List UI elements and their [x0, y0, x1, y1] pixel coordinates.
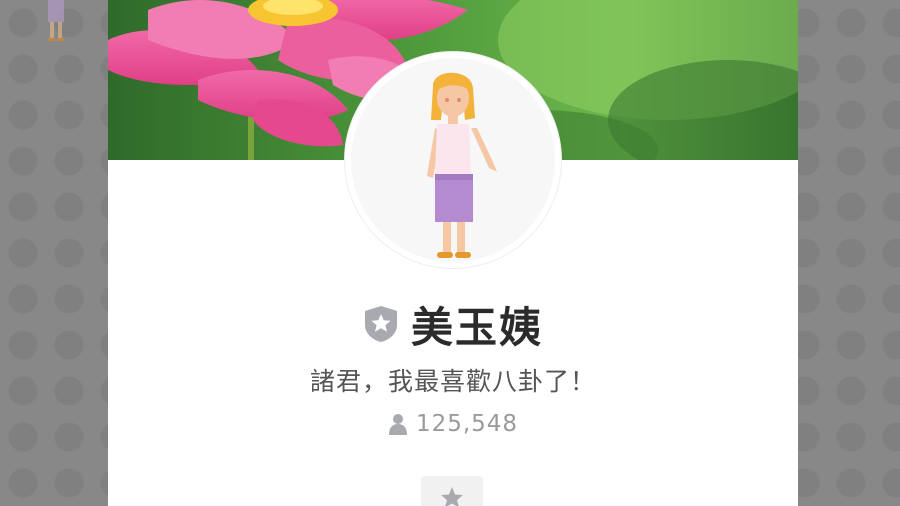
background-avatar: [38, 0, 74, 44]
official-badge-icon: [364, 306, 397, 342]
follower-count: 125,548: [415, 411, 519, 437]
profile-panel: 美玉姨 諸君，我最喜歡八卦了！ 125,548: [108, 0, 798, 506]
star-icon: [441, 487, 463, 506]
person-icon: [388, 414, 407, 435]
favorite-button[interactable]: [421, 476, 483, 506]
profile-name: 美玉姨: [410, 302, 543, 352]
follower-count-row: 125,548: [108, 408, 798, 440]
profile-avatar[interactable]: [345, 52, 561, 268]
avatar-illustration: [427, 72, 497, 258]
status-message: 諸君，我最喜歡八卦了！: [309, 367, 596, 396]
profile-name-row: 美玉姨: [108, 296, 798, 352]
